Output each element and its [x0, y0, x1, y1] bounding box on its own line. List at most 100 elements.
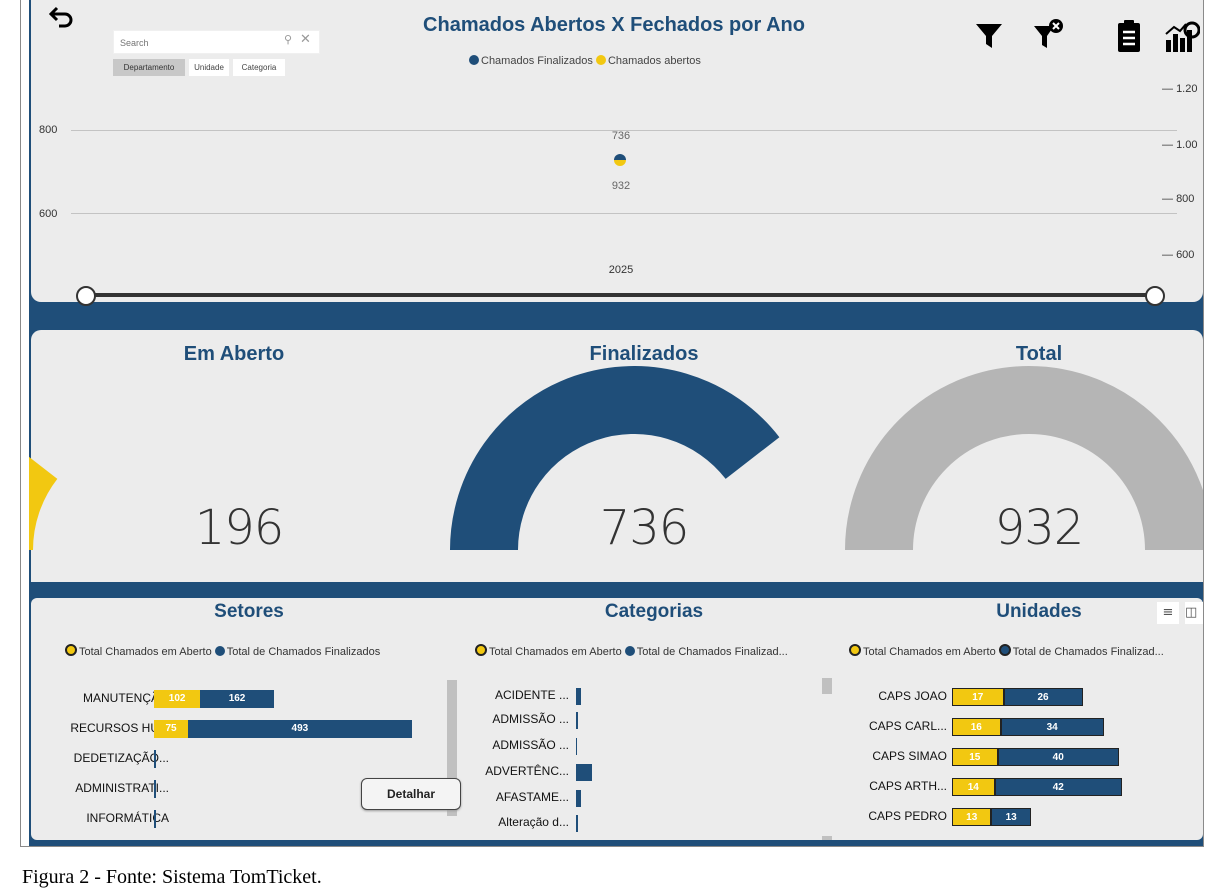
- filter-icon[interactable]: [974, 18, 1008, 54]
- close-icon[interactable]: ✕: [300, 32, 311, 47]
- legend-label: Total Chamados em Aberto: [863, 646, 996, 658]
- bar-finalizado: 13: [991, 808, 1031, 826]
- section-title-unidades: Unidades: [996, 601, 1082, 622]
- search-icon[interactable]: ⚲: [284, 33, 292, 46]
- bar-aberto: 15: [952, 748, 998, 766]
- bar-finalizado: 34: [1000, 718, 1104, 736]
- legend-label: Chamados Finalizados: [481, 55, 593, 67]
- unidades-legend: Total Chamados em Aberto Total de Chamad…: [849, 644, 1203, 658]
- bar-finalizado: 26: [1003, 688, 1083, 706]
- tab-categoria[interactable]: Categoria: [233, 59, 285, 76]
- gridline: [71, 213, 1177, 214]
- setores-legend: Total Chamados em Aberto Total de Chamad…: [65, 644, 460, 658]
- bar-finalizado: [154, 750, 157, 768]
- kpi-value-finalizados: 736: [599, 500, 690, 556]
- kpi-value-em-aberto: 196: [194, 500, 285, 556]
- legend-marker: [849, 644, 861, 656]
- bar-aberto: 13: [952, 808, 992, 826]
- legend-marker: [595, 55, 606, 65]
- legend-marker: [65, 644, 77, 656]
- range-slider-track[interactable]: [84, 293, 1164, 297]
- bar-finalizado: 162: [200, 690, 274, 708]
- dashboard: ⚲ ✕ Departamento Unidade Categoria Chama…: [29, 0, 1203, 846]
- categorias-row-label: ACIDENTE ...: [494, 688, 569, 702]
- x-tick: 2025: [608, 264, 634, 276]
- range-slider-end-handle[interactable]: [1145, 286, 1165, 306]
- bar-finalizado: [154, 780, 156, 798]
- legend-marker: [624, 646, 635, 656]
- categorias-row-label: AFASTAME...: [495, 790, 569, 804]
- categorias-row-label: ADVERTÊNC...: [485, 764, 569, 778]
- tab-unidade[interactable]: Unidade: [189, 59, 229, 76]
- legend-label: Total de Chamados Finalizad...: [1012, 646, 1164, 658]
- bar-aberto: 17: [952, 688, 1004, 706]
- categorias-scrollbar-end: [822, 836, 832, 840]
- y-right-tick-label: 1.20: [1176, 83, 1198, 95]
- categorias-row-label: ADMISSÃO ...: [492, 738, 569, 752]
- y-right-tick-label: 1.00: [1176, 139, 1198, 151]
- bar-aberto: 14: [952, 778, 995, 796]
- figure-caption: Figura 2 - Fonte: Sistema TomTicket.: [22, 866, 322, 888]
- data-point: [614, 154, 626, 166]
- gauge-em-aberto: [29, 456, 58, 552]
- bar-finalizado: [576, 712, 578, 729]
- legend-marker: [475, 644, 487, 656]
- tab-departamento[interactable]: Departamento: [113, 59, 185, 76]
- setores-row-label: MANUTENÇÃ...: [82, 691, 169, 705]
- analytics-icon[interactable]: [1164, 18, 1201, 54]
- legend-label: Chamados abertos: [607, 55, 701, 67]
- undo-arrow-icon[interactable]: [48, 6, 77, 32]
- categorias-row-label: Alteração d...: [498, 815, 569, 829]
- y-right-tick-label: 800: [1176, 193, 1195, 205]
- bar-aberto: 75: [154, 720, 189, 738]
- unidades-row-label: CAPS SIMAO: [872, 749, 947, 763]
- clear-filter-icon[interactable]: [1032, 18, 1066, 54]
- legend-label: Total Chamados em Aberto: [79, 646, 212, 658]
- legend-label: Total de Chamados Finalizad...: [636, 646, 788, 658]
- setores-row-label: INFORMÁTICA: [86, 811, 169, 825]
- data-label-finalizados: 736: [611, 130, 631, 142]
- range-slider-start-handle[interactable]: [76, 286, 96, 306]
- unidades-row-label: CAPS JOAO: [878, 689, 947, 703]
- unidades-row-label: CAPS CARL...: [868, 719, 947, 733]
- report-icon[interactable]: [1114, 18, 1148, 54]
- setores-row-label: ADMINISTRATI...: [75, 781, 169, 795]
- y-right-tick: — 1.20: [1162, 83, 1198, 95]
- bar-finalizado: [576, 738, 577, 755]
- bar-finalizado: [576, 790, 581, 807]
- bar-finalizado: [576, 764, 592, 781]
- search-input[interactable]: [118, 34, 272, 52]
- legend-label: Total de Chamados Finalizados: [226, 646, 381, 658]
- legend-marker: [998, 644, 1011, 656]
- setores-row-label: RECURSOS HU...: [70, 721, 169, 735]
- bar-finalizado: [576, 815, 578, 832]
- chart-legend: Chamados Finalizados Chamados abertos: [469, 55, 789, 67]
- kpi-value-total: 932: [994, 500, 1085, 556]
- y-right-tick: — 800: [1162, 193, 1195, 205]
- sort-icon[interactable]: ≡: [1157, 602, 1179, 624]
- legend-label: Total Chamados em Aberto: [489, 646, 622, 658]
- section-title-setores: Setores: [214, 601, 284, 622]
- y-right-tick: — 600: [1162, 249, 1195, 261]
- setores-row-label: DEDETIZAÇÃO...: [73, 751, 169, 765]
- y-right-tick: — 1.00: [1162, 139, 1198, 151]
- unidades-row-label: CAPS ARTH...: [869, 779, 947, 793]
- bar-finalizado: [154, 810, 156, 828]
- bar-aberto: 16: [952, 718, 1001, 736]
- categorias-row-label: ADMISSÃO ...: [492, 712, 569, 726]
- y-right-tick-label: 600: [1176, 249, 1195, 261]
- data-label-abertos: 932: [611, 180, 631, 192]
- y-left-tick: 600: [39, 208, 58, 220]
- categorias-legend: Total Chamados em Aberto Total de Chamad…: [475, 644, 845, 658]
- y-left-tick: 800: [39, 124, 58, 136]
- bar-aberto: 102: [154, 690, 201, 708]
- legend-marker: [214, 646, 225, 656]
- focus-mode-icon[interactable]: ◫: [1185, 602, 1203, 624]
- bar-finalizado: 40: [997, 748, 1119, 766]
- legend-marker: [469, 55, 479, 65]
- bar-finalizado: 493: [188, 720, 412, 738]
- detalhar-button[interactable]: Detalhar: [361, 778, 461, 810]
- section-title-categorias: Categorias: [604, 601, 704, 622]
- unidades-row-label: CAPS PEDRO: [868, 809, 947, 823]
- categorias-scrollbar[interactable]: [822, 678, 832, 694]
